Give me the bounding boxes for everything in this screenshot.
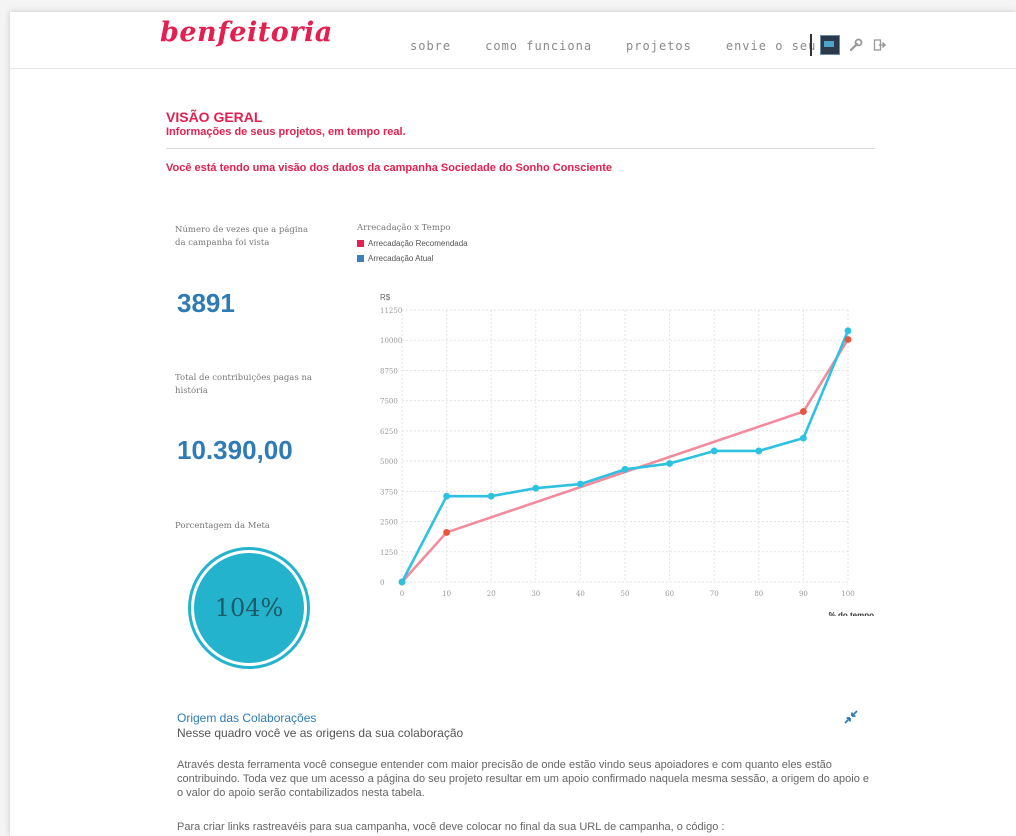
y-tick-label: 6250 — [380, 428, 398, 436]
x-tick-label: 60 — [665, 590, 674, 598]
x-tick-label: 50 — [621, 590, 630, 598]
legend-label: Arrecadação Recomendada — [368, 239, 468, 248]
nav-tools — [810, 34, 888, 56]
x-axis-label: % do tempo — [829, 611, 874, 616]
y-tick-label: 11250 — [380, 307, 402, 315]
data-point-atual — [844, 327, 852, 335]
campaign-notice: Você está tendo uma visão dos dados da c… — [166, 162, 613, 174]
logout-icon[interactable] — [872, 37, 888, 53]
user-thumbnail-icon[interactable] — [820, 35, 840, 55]
x-tick-label: 10 — [442, 590, 451, 598]
y-tick-label: 0 — [380, 579, 384, 587]
y-tick-label: 8750 — [380, 367, 398, 375]
data-point-atual — [800, 434, 807, 442]
views-label: Número de vezes que a página da campanha… — [175, 225, 309, 248]
tracking-instructions: Para criar links rastreavéis para sua ca… — [177, 821, 725, 833]
x-tick-label: 70 — [710, 590, 719, 598]
data-point-atual — [398, 578, 406, 586]
divider — [166, 148, 875, 149]
main-nav: sobre como funciona projetos envie o seu — [410, 39, 816, 53]
data-point-atual — [577, 480, 584, 488]
data-point-atual — [621, 465, 629, 473]
nav-como-funciona[interactable]: como funciona — [485, 39, 592, 53]
y-tick-label: 10000 — [380, 337, 402, 345]
views-value: 3891 — [177, 288, 235, 318]
legend-swatch — [357, 255, 364, 262]
x-tick-label: 0 — [400, 590, 404, 598]
data-point-atual — [666, 460, 673, 467]
legend-label: Arrecadação Atual — [368, 254, 434, 263]
data-point-recomendada — [800, 408, 807, 415]
line-chart: 0 1250 2500 3750 5000 6250 7500 8750 10000 11250 0… — [380, 293, 874, 616]
data-point-atual — [532, 484, 540, 492]
goal-label: Porcentagem da Meta — [175, 521, 270, 531]
legend-item-recomendada: Arrecadação Recomendada — [357, 239, 468, 248]
total-value: 10.390,00 — [177, 435, 293, 465]
page-subtitle: Informações de seus projetos, em tempo r… — [166, 126, 406, 138]
x-tick-label: 100 — [841, 590, 854, 598]
x-tick-label: 40 — [576, 590, 585, 598]
origin-subtitle: Nesse quadro você ve as origens da sua c… — [177, 726, 464, 740]
y-tick-label: 2500 — [380, 519, 398, 527]
goal-percentage-value: 104% — [214, 594, 284, 622]
x-tick-label: 20 — [487, 590, 496, 598]
legend-swatch — [357, 240, 364, 247]
nav-envie-o-seu[interactable]: envie o seu — [726, 39, 816, 53]
wrench-icon[interactable] — [848, 37, 864, 53]
nav-projetos[interactable]: projetos — [626, 39, 692, 53]
top-header: benfeitoria sobre como funciona projetos… — [10, 12, 1016, 69]
y-tick-label: 3750 — [380, 488, 398, 496]
goal-percentage-circle: 104% — [191, 550, 307, 666]
data-point-atual — [487, 492, 495, 500]
page-title: VISÃO GERAL — [166, 109, 263, 125]
compress-icon[interactable] — [844, 710, 858, 729]
brand-logo[interactable]: benfeitoria — [160, 17, 333, 48]
chart-title: Arrecadação x Tempo — [357, 223, 451, 233]
y-tick-label: 1250 — [380, 549, 398, 557]
y-tick-label: 7500 — [380, 398, 398, 406]
origin-description: Através desta ferramenta você consegue e… — [177, 759, 869, 799]
y-tick-label: 5000 — [380, 458, 398, 466]
data-point-atual — [755, 447, 763, 455]
x-tick-label: 90 — [799, 590, 808, 598]
total-label: Total de contribuições pagas na história — [175, 373, 312, 396]
legend-item-atual: Arrecadação Atual — [357, 254, 433, 263]
y-axis-label: R$ — [380, 293, 391, 302]
data-point-atual — [443, 492, 450, 500]
series-line-atual — [400, 330, 850, 583]
x-tick-label: 80 — [754, 590, 763, 598]
divider — [810, 34, 812, 56]
data-point-atual — [710, 447, 718, 455]
origin-title: Origem das Colaborações — [177, 711, 317, 725]
data-point-recomendada — [443, 529, 450, 536]
data-point-recomendada — [844, 336, 852, 343]
nav-sobre[interactable]: sobre — [410, 39, 451, 53]
page: benfeitoria sobre como funciona projetos… — [10, 12, 1016, 836]
x-tick-label: 30 — [531, 590, 540, 598]
